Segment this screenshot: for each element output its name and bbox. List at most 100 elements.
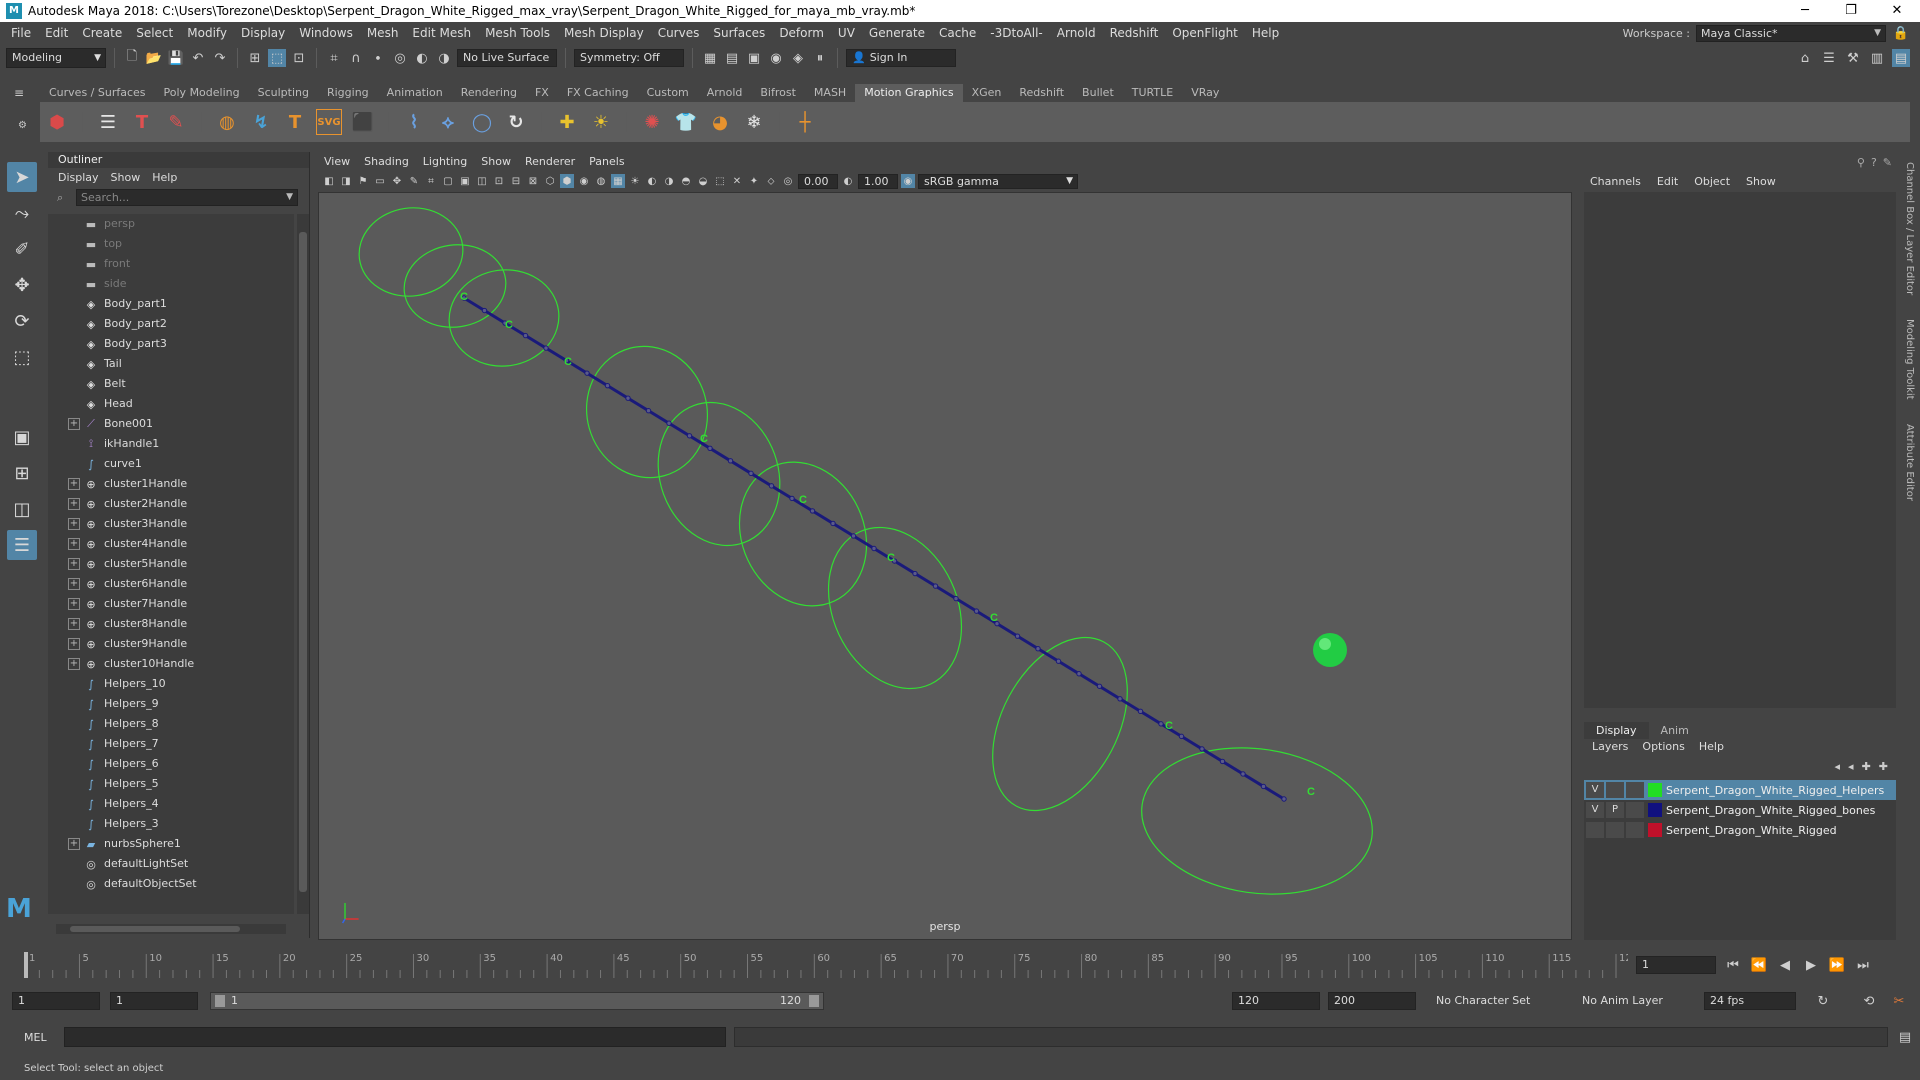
viewport-3d[interactable]: C C C C C C C C C persp: [318, 192, 1572, 940]
layer-playback-toggle[interactable]: [1606, 822, 1624, 838]
layer-menu-options[interactable]: Options: [1642, 740, 1684, 753]
outliner-item[interactable]: ◈ Head: [48, 394, 294, 414]
scrollbar-thumb[interactable]: [299, 232, 307, 892]
shelf-tab-rigging[interactable]: Rigging: [318, 84, 378, 102]
gamma-icon[interactable]: ◐: [841, 174, 855, 188]
outliner-item[interactable]: ∫ Helpers_9: [48, 694, 294, 714]
rotate-tool-icon[interactable]: ⟳: [7, 306, 37, 336]
outliner-item[interactable]: + ⊕ cluster4Handle: [48, 534, 294, 554]
layer-color-swatch[interactable]: [1648, 823, 1662, 837]
shelf-tab-turtle[interactable]: TURTLE: [1123, 84, 1182, 102]
layer-menu-layers[interactable]: Layers: [1592, 740, 1628, 753]
grid-icon[interactable]: ⌗: [424, 174, 438, 188]
script-editor-icon[interactable]: ▤: [1896, 1028, 1914, 1046]
outliner-item[interactable]: + ⊕ cluster2Handle: [48, 494, 294, 514]
textured-icon[interactable]: ◍: [594, 174, 608, 188]
text-type-icon[interactable]: T: [129, 109, 155, 135]
layer-display-type-toggle[interactable]: [1626, 782, 1644, 798]
shelf-tab-fx-caching[interactable]: FX Caching: [558, 84, 638, 102]
layer-color-swatch[interactable]: [1648, 803, 1662, 817]
exposure-field[interactable]: 0.00: [798, 173, 838, 189]
2d-pan-zoom-icon[interactable]: ✥: [390, 174, 404, 188]
outliner-item[interactable]: ∫ Helpers_7: [48, 734, 294, 754]
layer-visibility-toggle[interactable]: V: [1586, 782, 1604, 798]
channelbox-menu-channels[interactable]: Channels: [1590, 175, 1641, 188]
paint-select-icon[interactable]: ✐: [7, 234, 37, 264]
display-layer-row[interactable]: V Serpent_Dragon_White_Rigged_Helpers: [1584, 780, 1896, 800]
layer-playback-toggle[interactable]: P: [1606, 802, 1624, 818]
modeling-toolkit-icon[interactable]: ⌂: [1796, 49, 1814, 67]
joint[interactable]: [1199, 746, 1205, 752]
menu-item-3dtoall[interactable]: -3DtoAll-: [983, 26, 1049, 40]
character-set-dropdown[interactable]: No Character Set: [1436, 994, 1530, 1007]
shelf-menu-icon[interactable]: ≡: [14, 86, 28, 100]
maximize-button[interactable]: ❐: [1828, 0, 1874, 22]
expand-icon[interactable]: +: [68, 838, 80, 850]
helper-control-curve[interactable]: [1132, 734, 1382, 909]
menu-item-openflight[interactable]: OpenFlight: [1165, 26, 1245, 40]
joint[interactable]: [912, 570, 918, 577]
outliner-search-input[interactable]: Search... ⌕ ▼: [57, 189, 298, 206]
shelf-tab-bullet[interactable]: Bullet: [1073, 84, 1123, 102]
menu-item-select[interactable]: Select: [129, 26, 180, 40]
help-icon[interactable]: ?: [1871, 156, 1877, 169]
safe-action-icon[interactable]: ⊟: [509, 174, 523, 188]
viewport-menu-lighting[interactable]: Lighting: [423, 155, 467, 168]
select-tool-icon[interactable]: ➤: [7, 162, 37, 192]
cluster-marker[interactable]: C: [1165, 720, 1173, 732]
play-forward-icon[interactable]: ▶: [1802, 956, 1820, 974]
helper-control-curve[interactable]: [965, 615, 1155, 834]
scrollbar-thumb[interactable]: [70, 926, 240, 932]
expand-icon[interactable]: +: [68, 538, 80, 550]
menu-item-modify[interactable]: Modify: [180, 26, 234, 40]
smooth-shade-icon[interactable]: ⬢: [560, 174, 574, 188]
joint[interactable]: [1260, 783, 1267, 790]
shelf-tab-sculpting[interactable]: Sculpting: [249, 84, 318, 102]
outliner-item[interactable]: + ⊕ cluster9Handle: [48, 634, 294, 654]
close-button[interactable]: ✕: [1874, 0, 1920, 22]
outliner-item[interactable]: ◈ Belt: [48, 374, 294, 394]
menu-item-cache[interactable]: Cache: [932, 26, 983, 40]
range-start-handle[interactable]: [215, 995, 225, 1007]
outliner-item[interactable]: + ⊕ cluster1Handle: [48, 474, 294, 494]
cluster-marker[interactable]: C: [460, 291, 468, 303]
box-primitive-icon[interactable]: ⬛: [350, 109, 376, 135]
image-plane-icon[interactable]: ▭: [373, 174, 387, 188]
undo-icon[interactable]: ↶: [189, 49, 207, 67]
new-layer-selected-icon[interactable]: ✚: [1879, 760, 1888, 773]
menu-item-mesh[interactable]: Mesh: [360, 26, 406, 40]
cluster-marker[interactable]: C: [799, 494, 807, 506]
current-time-indicator[interactable]: [24, 952, 28, 978]
outliner-item[interactable]: + ⟋ Bone001: [48, 414, 294, 434]
grease-pencil-icon[interactable]: ✎: [407, 174, 421, 188]
helper-control-curve[interactable]: [399, 238, 511, 333]
two-view-icon[interactable]: ◫: [7, 494, 37, 524]
command-input[interactable]: [64, 1027, 726, 1047]
mash-distribute-icon[interactable]: ⟡: [435, 109, 461, 135]
outliner-item[interactable]: ▬ front: [48, 254, 294, 274]
menu-item-edit-mesh[interactable]: Edit Mesh: [405, 26, 478, 40]
outliner-item[interactable]: ◎ defaultLightSet: [48, 854, 294, 874]
mash-network-icon[interactable]: ⌇: [401, 109, 427, 135]
joint[interactable]: [625, 395, 631, 401]
crosshair-icon[interactable]: ┼: [792, 109, 818, 135]
outliner-menu-help[interactable]: Help: [152, 171, 177, 184]
svg-icon[interactable]: SVG: [316, 109, 342, 135]
channelbox-menu-show[interactable]: Show: [1746, 175, 1776, 188]
live-surface-field[interactable]: No Live Surface: [457, 49, 557, 67]
isolate-select-icon[interactable]: ⬚: [713, 174, 727, 188]
go-to-end-icon[interactable]: ⏭: [1854, 956, 1872, 974]
joint[interactable]: [543, 345, 549, 351]
layer-visibility-toggle[interactable]: V: [1586, 802, 1604, 818]
list-menu-icon[interactable]: ☰: [95, 109, 121, 135]
shirt-icon[interactable]: 👕: [673, 109, 699, 135]
outliner-item[interactable]: + ⊕ cluster8Handle: [48, 614, 294, 634]
layer-menu-help[interactable]: Help: [1699, 740, 1724, 753]
side-tab-channel-box-layer-editor[interactable]: Channel Box / Layer Editor: [1904, 162, 1915, 295]
auto-key-icon[interactable]: ⟲: [1860, 992, 1878, 1010]
safe-title-icon[interactable]: ⊠: [526, 174, 540, 188]
save-scene-icon[interactable]: 💾: [167, 49, 185, 67]
viewport-menu-renderer[interactable]: Renderer: [525, 155, 575, 168]
joint[interactable]: [768, 483, 775, 489]
open-scene-icon[interactable]: 📂: [145, 49, 163, 67]
